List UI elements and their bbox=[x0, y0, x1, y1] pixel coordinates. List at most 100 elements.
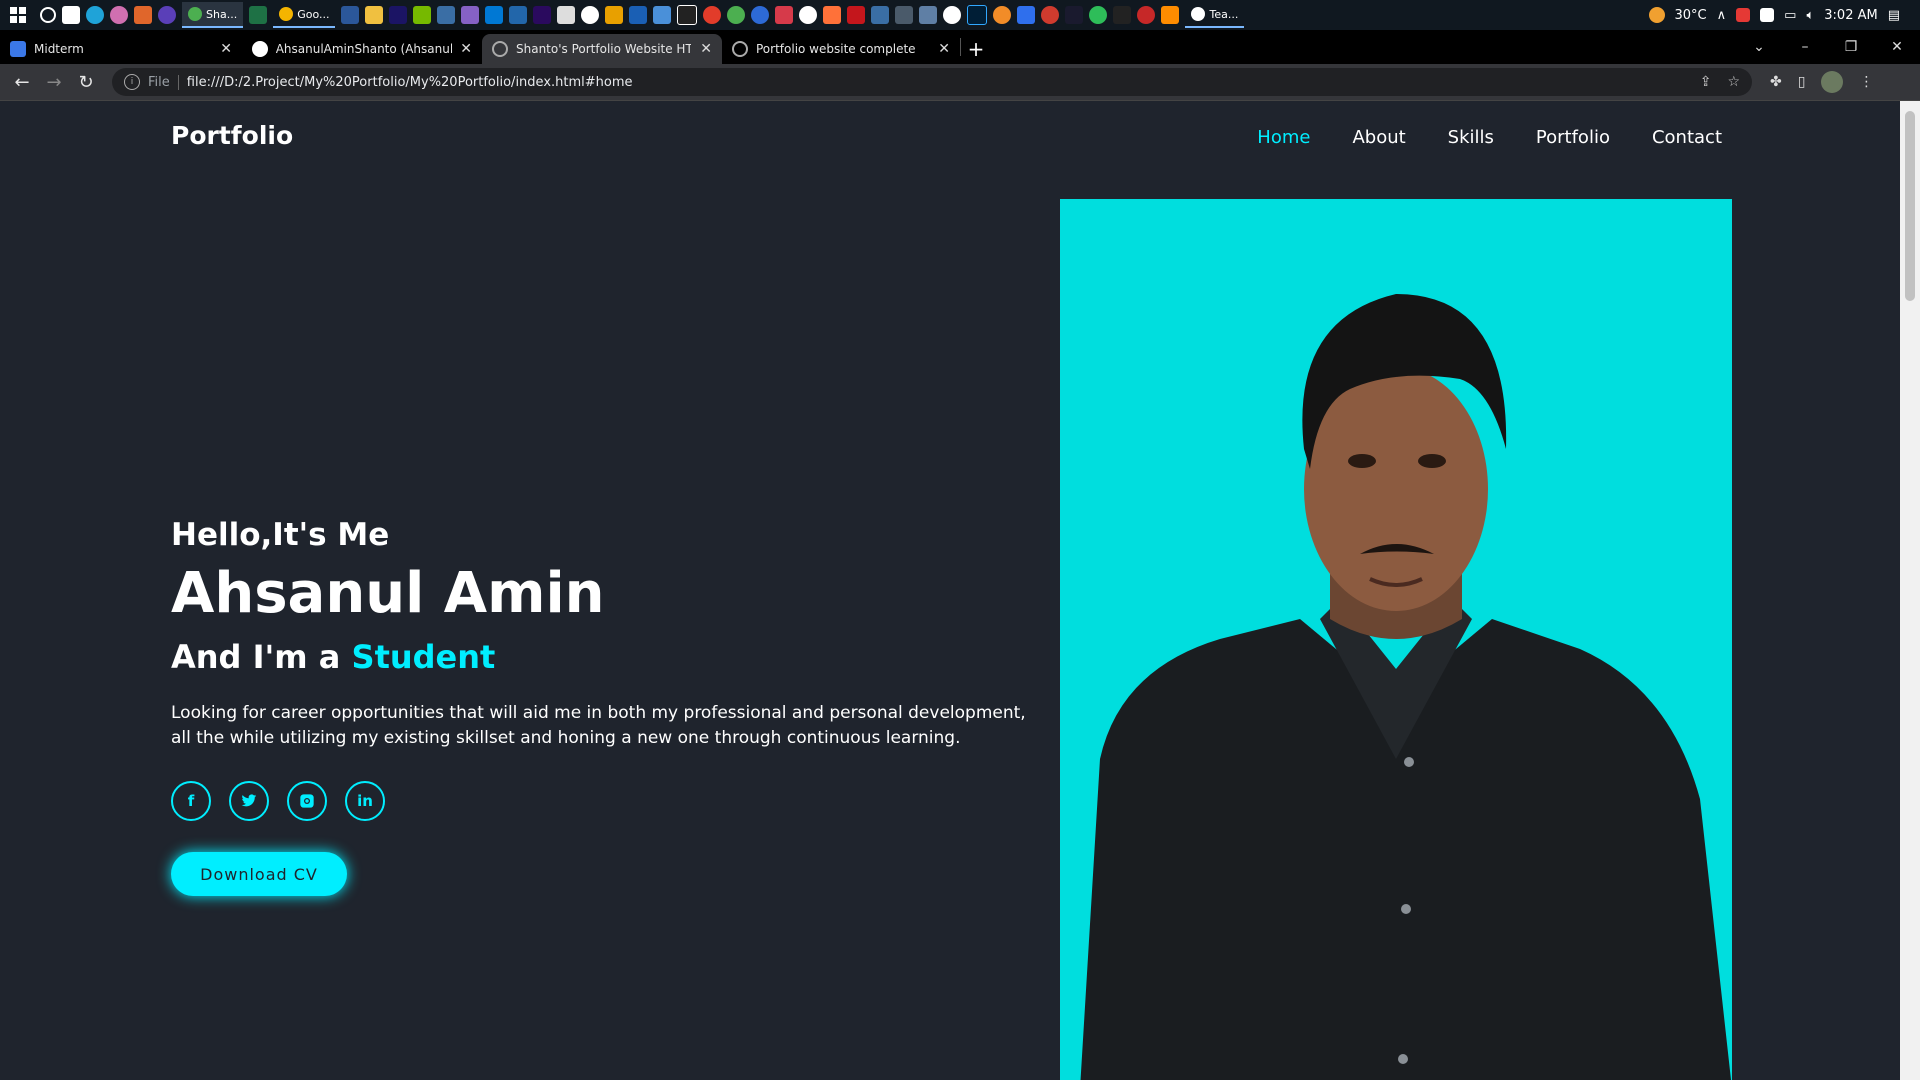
tab-midterm[interactable]: Midterm ✕ bbox=[0, 34, 242, 64]
github-desktop-icon[interactable] bbox=[799, 6, 818, 24]
app-icon[interactable] bbox=[823, 6, 842, 24]
nvidia-icon[interactable] bbox=[413, 6, 432, 24]
app-icon[interactable] bbox=[605, 6, 624, 24]
temperature[interactable]: 30°C bbox=[1675, 8, 1707, 23]
site-logo[interactable]: Portfolio bbox=[171, 121, 293, 150]
tab-portfolio-complete[interactable]: Portfolio website complete ✕ bbox=[722, 34, 960, 64]
premiere-icon[interactable] bbox=[533, 6, 552, 24]
app-icon[interactable] bbox=[775, 6, 794, 24]
github-icon[interactable] bbox=[581, 6, 600, 24]
nav-home[interactable]: Home bbox=[1257, 127, 1310, 148]
app-icon[interactable] bbox=[1089, 6, 1108, 24]
app-icon[interactable] bbox=[703, 6, 722, 24]
store-icon[interactable] bbox=[62, 6, 80, 24]
profile-photo bbox=[1060, 199, 1732, 1080]
hero-greeting: Hello,It's Me bbox=[171, 517, 390, 553]
app-icon[interactable] bbox=[158, 6, 176, 24]
app-icon[interactable] bbox=[993, 6, 1012, 24]
notification-icon[interactable]: ▤ bbox=[1888, 8, 1900, 23]
nav-portfolio[interactable]: Portfolio bbox=[1536, 127, 1610, 148]
chrome-icon[interactable] bbox=[727, 6, 746, 24]
close-icon[interactable]: ✕ bbox=[700, 41, 712, 57]
photoshop-icon[interactable] bbox=[967, 5, 988, 25]
forward-icon[interactable]: → bbox=[38, 72, 70, 93]
app-icon[interactable] bbox=[437, 6, 456, 24]
site-nav: Home About Skills Portfolio Contact bbox=[1257, 127, 1722, 148]
close-icon[interactable]: ✕ bbox=[460, 41, 472, 57]
facebook-icon[interactable]: f bbox=[171, 781, 211, 821]
weather-icon[interactable] bbox=[1648, 7, 1665, 23]
clock[interactable]: 3:02 AM bbox=[1824, 8, 1877, 23]
app-icon[interactable] bbox=[134, 6, 152, 24]
back-icon[interactable]: ← bbox=[6, 72, 38, 93]
download-cv-button[interactable]: Download CV bbox=[171, 852, 347, 896]
taskbar-task-teams[interactable]: Tea... bbox=[1185, 2, 1245, 28]
share-icon[interactable]: ⇪ bbox=[1700, 74, 1712, 90]
mail-icon[interactable] bbox=[653, 6, 672, 24]
menu-icon[interactable]: ⋮ bbox=[1859, 74, 1873, 90]
nav-skills[interactable]: Skills bbox=[1448, 127, 1494, 148]
scrollbar-thumb[interactable] bbox=[1905, 111, 1915, 301]
tab-github[interactable]: AhsanulAminShanto (Ahsanul Am ✕ bbox=[242, 34, 482, 64]
address-url[interactable]: file:///D:/2.Project/My%20Portfolio/My%2… bbox=[187, 75, 633, 90]
edge-icon[interactable] bbox=[86, 6, 104, 24]
linkedin-icon[interactable]: in bbox=[345, 781, 385, 821]
window-controls: ⌄ – ❐ ✕ bbox=[1736, 30, 1920, 64]
app-icon[interactable] bbox=[871, 6, 890, 24]
twitter-icon[interactable] bbox=[229, 781, 269, 821]
role-prefix: And I'm a bbox=[171, 638, 352, 676]
reload-icon[interactable]: ↻ bbox=[70, 72, 102, 93]
animate-icon[interactable] bbox=[389, 6, 408, 24]
app-icon[interactable] bbox=[895, 6, 914, 24]
new-tab-button[interactable]: + bbox=[961, 34, 991, 64]
page-scrollbar[interactable] bbox=[1900, 101, 1920, 1080]
instagram-icon[interactable] bbox=[287, 781, 327, 821]
nav-about[interactable]: About bbox=[1352, 127, 1405, 148]
app-icon[interactable] bbox=[110, 6, 128, 24]
windows-taskbar: Sha... Goo... Tea... 30°C ∧ ▭ 🔈︎ 3:02 AM… bbox=[0, 0, 1920, 30]
app-icon[interactable] bbox=[1113, 6, 1132, 24]
vscode-icon[interactable] bbox=[485, 6, 504, 24]
app-icon[interactable] bbox=[1161, 6, 1180, 24]
acrobat-icon[interactable] bbox=[847, 6, 866, 24]
excel-icon[interactable] bbox=[249, 6, 268, 24]
app-icon[interactable] bbox=[557, 6, 576, 24]
volume-icon[interactable]: 🔈︎ bbox=[1806, 8, 1814, 23]
app-icon[interactable] bbox=[751, 6, 770, 24]
app-icon[interactable] bbox=[1760, 8, 1775, 22]
address-bar[interactable]: i File file:///D:/2.Project/My%20Portfol… bbox=[112, 68, 1752, 96]
restore-icon[interactable]: ❐ bbox=[1828, 39, 1874, 55]
nav-contact[interactable]: Contact bbox=[1652, 127, 1722, 148]
folder-icon[interactable] bbox=[365, 6, 384, 24]
extensions-icon[interactable]: ✤ bbox=[1770, 74, 1782, 90]
chevron-up-icon[interactable]: ∧ bbox=[1717, 8, 1727, 23]
minimize-icon[interactable]: – bbox=[1782, 39, 1828, 55]
app-icon[interactable] bbox=[629, 6, 648, 24]
side-panel-icon[interactable]: ▯ bbox=[1798, 74, 1806, 90]
visual-studio-icon[interactable] bbox=[461, 6, 480, 24]
app-icon[interactable] bbox=[1137, 6, 1156, 24]
windows-start-icon[interactable] bbox=[0, 0, 36, 30]
taskbar-task-google[interactable]: Goo... bbox=[273, 2, 336, 28]
tab-search-icon[interactable]: ⌄ bbox=[1736, 39, 1782, 55]
info-icon[interactable]: i bbox=[124, 74, 140, 90]
antivirus-icon[interactable] bbox=[1736, 8, 1751, 22]
close-icon[interactable]: ✕ bbox=[220, 41, 232, 57]
close-window-icon[interactable]: ✕ bbox=[1874, 39, 1920, 55]
profile-avatar[interactable] bbox=[1821, 71, 1844, 93]
app-icon[interactable] bbox=[1017, 6, 1036, 24]
taskbar-task-chrome[interactable]: Sha... bbox=[182, 2, 244, 28]
search-icon[interactable] bbox=[40, 7, 56, 23]
tab-portfolio-active[interactable]: Shanto's Portfolio Website HTML ✕ bbox=[482, 34, 722, 64]
app-icon[interactable] bbox=[1041, 6, 1060, 24]
pycharm-icon[interactable] bbox=[677, 5, 698, 25]
app-icon[interactable] bbox=[509, 6, 528, 24]
close-icon[interactable]: ✕ bbox=[938, 41, 950, 57]
app-icon[interactable] bbox=[919, 6, 938, 24]
network-icon[interactable]: ▭ bbox=[1784, 8, 1796, 23]
bookmark-star-icon[interactable]: ☆ bbox=[1727, 74, 1740, 90]
app-icon[interactable] bbox=[943, 6, 962, 24]
app-icon[interactable] bbox=[1065, 6, 1084, 24]
word-icon[interactable] bbox=[341, 6, 360, 24]
github-icon bbox=[252, 41, 268, 57]
